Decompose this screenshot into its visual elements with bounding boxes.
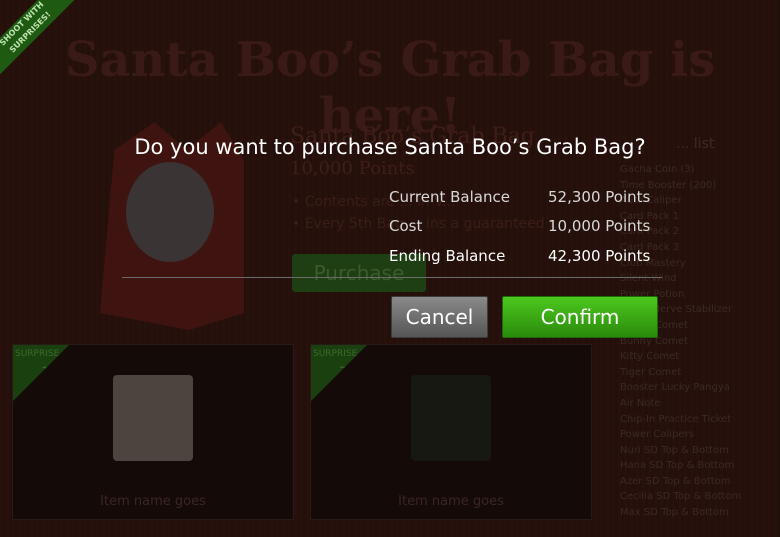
- list-item: Chip-In Practice Ticket: [620, 413, 732, 425]
- current-balance-value: 52,300 Points: [548, 188, 651, 206]
- cancel-button[interactable]: Cancel: [391, 296, 488, 338]
- surprise-card: SURPRISE 2 Item name goes: [310, 344, 592, 520]
- list-item: Power Calipers: [620, 429, 694, 441]
- list-item: Hana SD Top & Bottom: [620, 460, 735, 472]
- surprise-tag-label: SURPRISE: [15, 349, 60, 359]
- list-item: Azer SD Top & Bottom: [620, 475, 731, 487]
- list-item: Max SD Top & Bottom: [620, 507, 729, 519]
- cost-label: Cost: [389, 217, 423, 235]
- product-price: 10,000 Points: [290, 158, 415, 179]
- list-item: Air Note: [620, 397, 661, 409]
- confirm-button[interactable]: Confirm: [502, 296, 658, 338]
- product-bullet: • Every 5th Bag ... ins a guaranteed r..…: [292, 216, 567, 232]
- list-item: Booster Lucky Pangya: [620, 382, 730, 394]
- item-name: Item name goes: [100, 494, 206, 509]
- divider: [122, 277, 662, 278]
- list-item: Silent Wind: [620, 273, 677, 285]
- surprise-tag: SURPRISE 1: [13, 345, 69, 401]
- surprise-card: SURPRISE 1 Item name goes: [12, 344, 294, 520]
- modal-title: Do you want to purchase Santa Boo’s Grab…: [134, 135, 646, 159]
- item-name: Item name goes: [398, 494, 504, 509]
- gift-box-icon: [411, 375, 491, 461]
- list-item: Kitty Comet: [620, 351, 680, 363]
- list-item: Tiger Comet: [620, 366, 682, 378]
- surprise-tag: SURPRISE 2: [311, 345, 367, 401]
- list-item: Nuri SD Top & Bottom: [620, 444, 729, 456]
- ending-balance-value: 42,300 Points: [548, 247, 651, 265]
- surprise-number: 1: [41, 365, 50, 381]
- santa-face-image: [126, 162, 214, 262]
- list-item: Gacha Coin (3): [620, 164, 695, 175]
- current-balance-label: Current Balance: [389, 188, 510, 206]
- cost-value: 10,000 Points: [548, 217, 651, 235]
- gift-box-icon: [113, 375, 193, 461]
- surprise-number: 2: [339, 365, 348, 381]
- surprise-tag-label: SURPRISE: [313, 349, 358, 359]
- rewards-list: Gacha Coin (3) Time Booster (200) Auto C…: [620, 162, 741, 521]
- ending-balance-label: Ending Balance: [389, 247, 506, 265]
- list-item: Cecilia SD Top & Bottom: [620, 491, 742, 503]
